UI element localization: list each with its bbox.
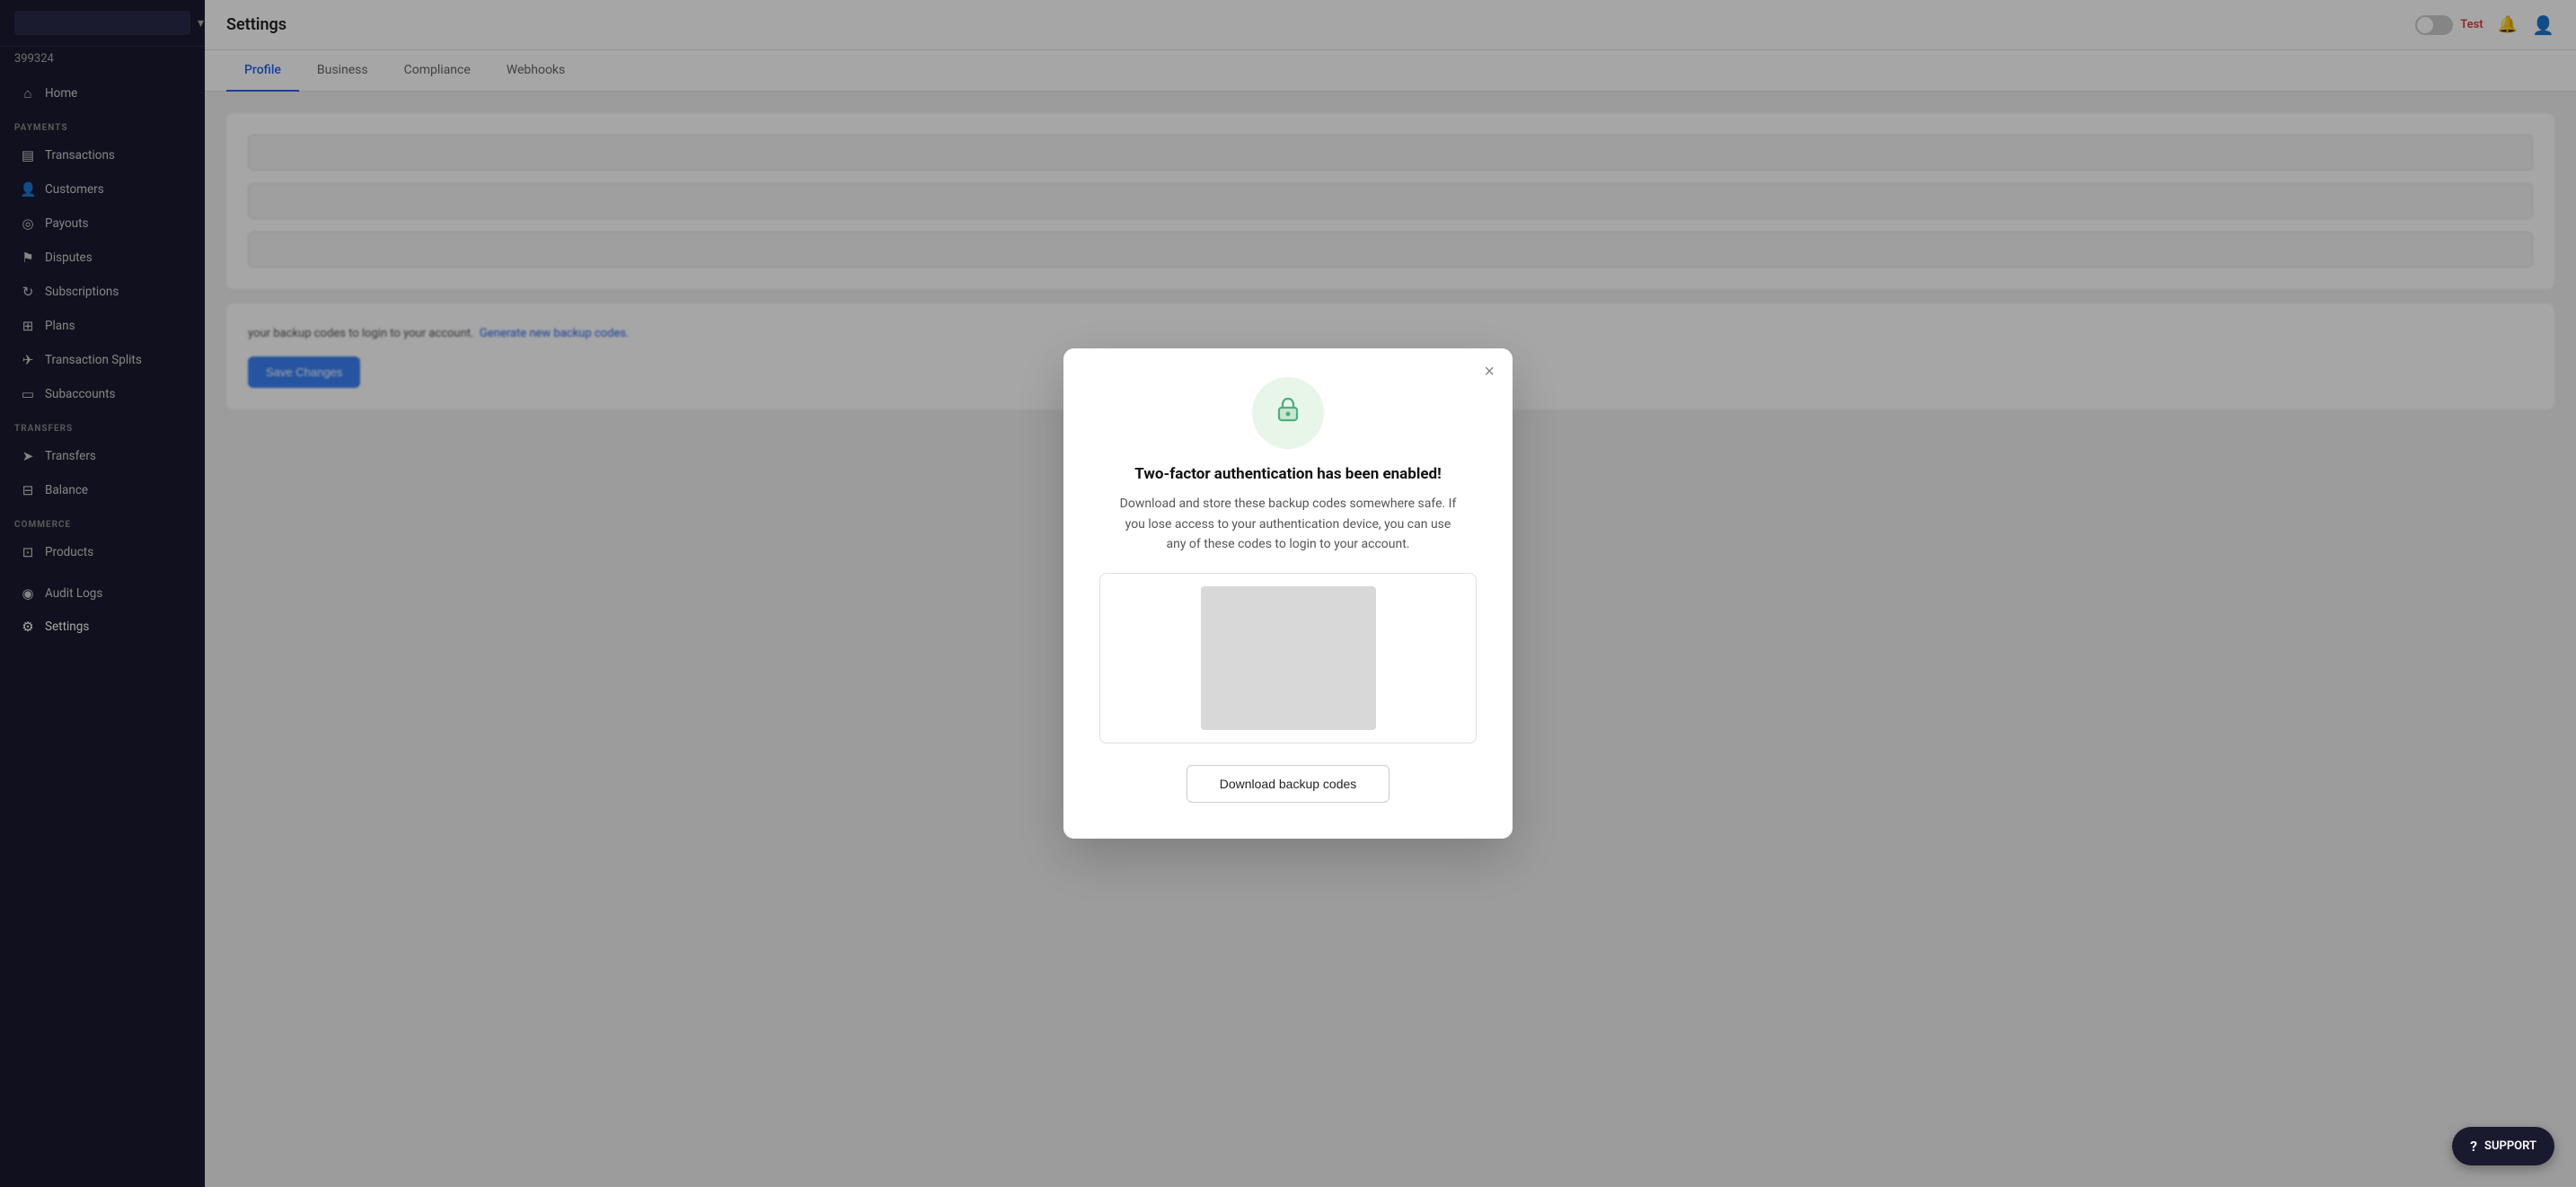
main-content: Settings Test 🔔 👤 Profile Business Compl… — [205, 0, 2576, 1187]
support-button[interactable]: ? SUPPORT — [2452, 1127, 2554, 1165]
lock-icon — [1272, 393, 1304, 433]
codes-placeholder-image — [1201, 586, 1376, 730]
modal-overlay[interactable]: × Two-factor authentication has been ena… — [205, 0, 2576, 1187]
close-icon[interactable]: × — [1484, 363, 1495, 381]
modal-description: Download and store these backup codes so… — [1117, 494, 1459, 554]
modal-icon-wrapper — [1252, 377, 1324, 449]
download-backup-codes-button[interactable]: Download backup codes — [1187, 765, 1390, 803]
support-label: SUPPORT — [2484, 1139, 2536, 1153]
modal-2fa-enabled: × Two-factor authentication has been ena… — [1063, 348, 1513, 838]
backup-codes-box — [1099, 573, 1477, 743]
modal-title: Two-factor authentication has been enabl… — [1134, 465, 1441, 483]
support-icon: ? — [2470, 1138, 2477, 1155]
